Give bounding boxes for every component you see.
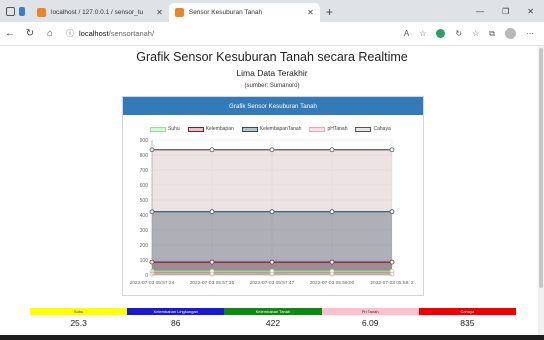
favorite-star-icon[interactable]: ☆ <box>419 29 426 38</box>
stats-row: Suhu 25.3 Kelembaban Lingkungan 86 Kelembaba… <box>30 308 516 328</box>
stat-card: Ph Tanah 6.09 <box>321 308 419 328</box>
data-point <box>389 147 395 153</box>
data-point <box>329 147 335 153</box>
reload-icon[interactable]: ↻ <box>20 28 40 39</box>
stat-label: Cahaya <box>418 308 516 315</box>
window-menu[interactable] <box>0 0 31 22</box>
maximize-icon[interactable]: ❐ <box>502 7 509 16</box>
scrollbar-thumb[interactable] <box>539 48 543 288</box>
data-point <box>209 259 215 265</box>
y-tick-label: 300 <box>140 228 149 234</box>
minimize-icon[interactable]: — <box>476 7 484 16</box>
page-scrollbar[interactable] <box>538 46 544 336</box>
stat-label: Suhu <box>30 308 128 315</box>
data-point <box>209 209 215 215</box>
x-tick-label: 2022-07-03 05:57:35 <box>190 280 235 286</box>
read-aloud-icon[interactable]: A <box>404 29 409 38</box>
close-icon[interactable]: ✕ <box>527 7 534 16</box>
tab-phpmyadmin[interactable]: localhost / 127.0.0.1 / sensor_tu ✕ <box>31 3 169 22</box>
y-tick-label: 200 <box>140 243 149 249</box>
tab-label: Sensor Kesuburan Tanah <box>188 9 263 16</box>
x-tick-label: 2022-07-03 05:58:00 <box>310 280 355 286</box>
profile-avatar[interactable] <box>505 28 516 39</box>
more-icon[interactable]: ··· <box>526 29 534 38</box>
data-point <box>209 271 215 277</box>
y-tick-label: 100 <box>140 258 149 264</box>
data-point <box>389 209 395 215</box>
new-tab-button[interactable]: + <box>320 5 339 22</box>
stat-value: 422 <box>265 318 281 328</box>
stat-value: 25.3 <box>70 318 87 328</box>
page-source: (sumber: Sumanoro) <box>244 83 300 89</box>
x-tick-label: 2022-07-03 05:58: 2 <box>370 280 414 286</box>
data-point <box>209 147 215 153</box>
y-tick-label: 900 <box>140 138 149 144</box>
data-point <box>329 259 335 265</box>
stat-card: Cahaya 835 <box>418 308 516 328</box>
url-path: /sensortanah/ <box>108 29 155 38</box>
stat-value: 835 <box>460 318 475 328</box>
browser-tab-bar: localhost / 127.0.0.1 / sensor_tu ✕ Sens… <box>0 0 544 22</box>
data-point <box>269 259 275 265</box>
stat-card: Kelembaban Tanah 422 <box>224 308 322 328</box>
tab-label: localhost / 127.0.0.1 / sensor_tu <box>51 9 144 16</box>
tab-actions-icon[interactable] <box>6 6 15 16</box>
stat-label: Kelembaban Tanah <box>224 308 322 315</box>
back-icon[interactable]: ← <box>0 28 20 39</box>
y-tick-label: 500 <box>140 198 149 204</box>
data-point <box>269 209 275 215</box>
y-tick-label: 0 <box>145 273 148 279</box>
y-tick-label: 800 <box>140 153 149 159</box>
panel-heading: Grafik Sensor Kesuburan Tanah <box>123 97 423 115</box>
close-tab-icon[interactable]: ✕ <box>307 8 314 17</box>
refresh-icon[interactable]: ↻ <box>455 29 462 38</box>
extension-icon[interactable] <box>436 29 446 38</box>
url-host: localhost <box>79 29 109 38</box>
page-title: Grafik Sensor Kesuburan Tanah secara Rea… <box>136 50 408 64</box>
y-tick-label: 400 <box>140 213 149 219</box>
data-point <box>329 209 335 215</box>
tab-sensor[interactable]: Sensor Kesuburan Tanah ✕ <box>168 3 320 22</box>
data-point <box>269 271 275 277</box>
favicon-icon <box>174 8 184 17</box>
y-tick-label: 600 <box>140 183 149 189</box>
stat-label: Kelembaban Lingkungan <box>127 308 225 315</box>
address-bar: ← ↻ ⌂ ⓘ localhost/sensortanah/ A ☆ ↻ ☆ ⧉… <box>0 22 544 46</box>
stat-value: 6.09 <box>361 318 379 328</box>
data-point <box>389 271 395 277</box>
favicon-icon <box>37 8 46 17</box>
workspaces-icon[interactable] <box>19 6 25 16</box>
url-field[interactable]: ⓘ localhost/sensortanah/ <box>66 28 154 39</box>
x-tick-label: 2022-07-03 05:57:24 <box>130 280 175 286</box>
stat-value: 86 <box>171 318 181 328</box>
close-tab-icon[interactable]: ✕ <box>156 8 163 17</box>
x-tick-label: 2022-07-03 05:57:47 <box>250 280 295 286</box>
y-tick-label: 700 <box>140 168 149 174</box>
data-point <box>389 259 395 265</box>
data-point <box>329 271 335 277</box>
sensor-line-chart: 0 100 200 300 400 500 600 700 800 900 2022-07-03 0… <box>130 138 414 286</box>
taskbar-edge <box>0 335 544 340</box>
stat-label: Ph Tanah <box>321 308 419 315</box>
collections-icon[interactable]: ⧉ <box>489 29 495 39</box>
home-icon[interactable]: ⌂ <box>40 28 60 39</box>
info-icon[interactable]: ⓘ <box>66 28 74 39</box>
stat-card: Suhu 25.3 <box>30 308 128 328</box>
data-point <box>269 147 275 153</box>
page-subtitle: Lima Data Terakhir <box>236 68 308 78</box>
stat-card: Kelembaban Lingkungan 86 <box>127 308 225 328</box>
favorites-icon[interactable]: ☆ <box>472 29 479 38</box>
